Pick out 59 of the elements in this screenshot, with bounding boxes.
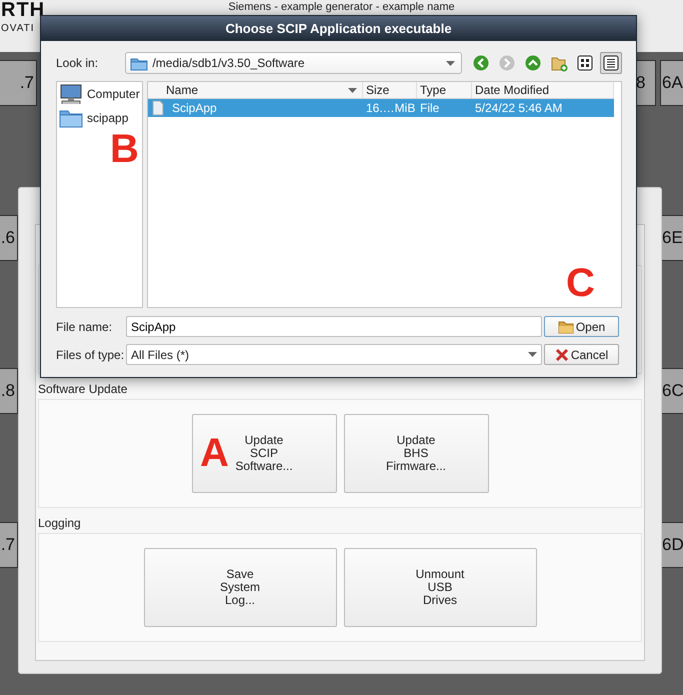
forward-icon xyxy=(498,54,516,72)
header-label: Type xyxy=(420,82,448,98)
dropdown-value: All Files (*) xyxy=(131,346,190,364)
file-type-dropdown[interactable]: All Files (*) xyxy=(126,344,542,365)
caret-icon xyxy=(528,352,537,357)
header-label: Size xyxy=(366,82,390,98)
window-title: Choose SCIP Application executable xyxy=(41,16,636,41)
annotation-letter: B xyxy=(110,134,139,164)
place-label: Computer xyxy=(87,86,140,103)
annotation-letter: C xyxy=(566,268,595,298)
field-label: File name: xyxy=(56,318,114,336)
section-title: Software Update xyxy=(38,381,128,397)
icon-view-icon xyxy=(577,55,593,71)
caret-icon xyxy=(446,60,455,66)
plant-subtitle: Siemens - example generator - example name xyxy=(227,1,456,13)
file-icon xyxy=(151,100,165,116)
tile: 6C xyxy=(660,368,683,414)
place-item[interactable]: Computer xyxy=(57,82,142,106)
up-icon xyxy=(524,54,542,72)
tile: .6 xyxy=(0,215,18,261)
back-icon xyxy=(472,54,490,72)
list-view-icon xyxy=(603,55,619,71)
tile: 6E xyxy=(660,215,683,261)
place-item[interactable]: scipapp xyxy=(57,106,142,130)
field-label: Look in: xyxy=(56,55,100,72)
column-header[interactable]: Type xyxy=(417,82,472,98)
field-label: Files of type: xyxy=(56,346,124,364)
header-label: Date Modified xyxy=(475,82,550,98)
path-dropdown[interactable]: /media/sdb1/v3.50_Software xyxy=(125,52,462,74)
file-name-field[interactable]: ScipApp xyxy=(126,316,542,337)
column-header[interactable]: Name xyxy=(148,82,363,98)
folder-icon xyxy=(59,108,83,128)
tile: .8 xyxy=(0,368,18,414)
tile: .7 xyxy=(0,60,37,106)
tile: 6D xyxy=(660,522,683,568)
folder-icon xyxy=(558,320,574,334)
place-label: scipapp xyxy=(87,110,128,127)
column-header[interactable]: Date Modified xyxy=(472,82,614,98)
close-icon xyxy=(554,348,569,362)
tile: .7 xyxy=(0,522,18,568)
column-header[interactable]: Size xyxy=(363,82,417,98)
header-label: Name xyxy=(166,82,200,98)
tile: 6A xyxy=(660,60,683,106)
path-text: /media/sdb1/v3.50_Software xyxy=(152,55,306,72)
action-button[interactable]: Save System Log... xyxy=(144,548,336,627)
annotation-letter: A xyxy=(200,438,229,468)
action-button[interactable]: Update BHS Firmware... xyxy=(344,414,488,493)
action-button[interactable]: Unmount USB Drives xyxy=(344,548,536,627)
table-cell-text: 16.…MiB xyxy=(366,100,416,117)
table-cell-text: 5/24/22 5:46 AM xyxy=(475,100,562,117)
cancel-button[interactable]: Cancel xyxy=(544,344,619,365)
sort-icon xyxy=(348,88,357,92)
table-cell-text: ScipApp xyxy=(172,100,217,117)
toolbar-button[interactable] xyxy=(600,52,622,74)
open-button[interactable]: Open xyxy=(544,316,619,337)
table-cell-text: File xyxy=(420,100,440,117)
computer-icon xyxy=(59,84,83,104)
section-title: Logging xyxy=(38,515,82,531)
logo-tagline: OVATI xyxy=(1,23,35,35)
